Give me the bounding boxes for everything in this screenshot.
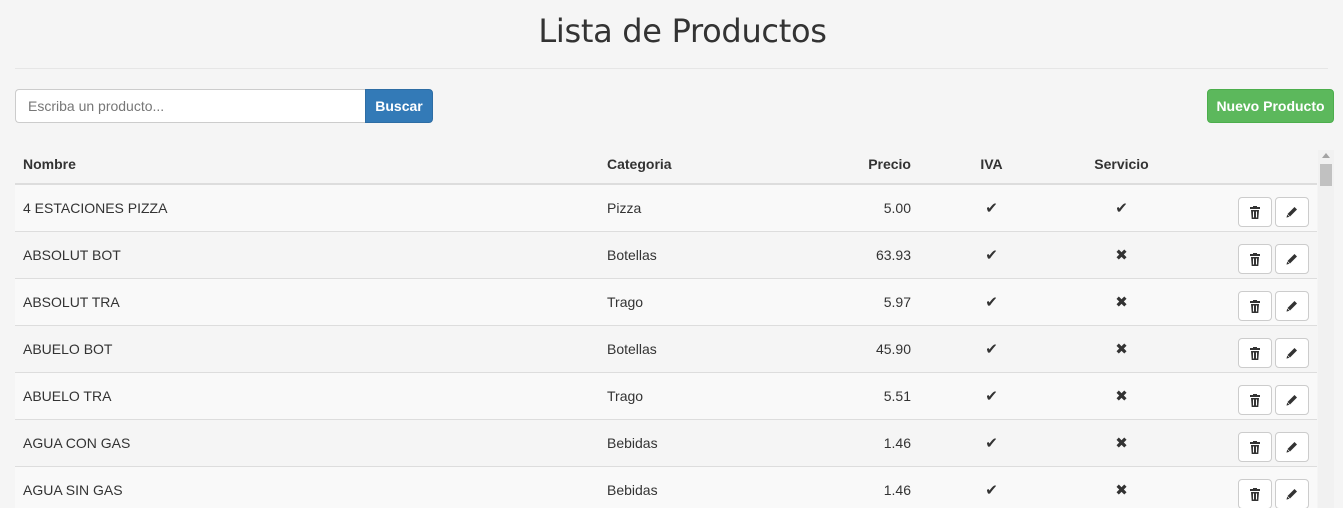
delete-button[interactable] [1238, 243, 1272, 274]
product-category: Bebidas [599, 418, 819, 466]
product-category: Bebidas [599, 465, 819, 508]
delete-button[interactable] [1238, 290, 1272, 321]
search-input[interactable] [15, 89, 366, 123]
column-header-iva: IVA [919, 145, 1064, 185]
new-product-button[interactable]: Nuevo Producto [1207, 89, 1334, 123]
product-category: Trago [599, 277, 819, 325]
product-iva-cell: ✔ [919, 230, 1064, 278]
row-actions [1179, 183, 1317, 231]
edit-button[interactable] [1275, 290, 1309, 321]
product-service-cell: ✖ [1064, 465, 1179, 508]
product-name: AGUA SIN GAS [15, 465, 599, 508]
product-category: Pizza [599, 183, 819, 231]
iva-status-icon: ✔ [985, 293, 998, 311]
delete-button[interactable] [1238, 431, 1272, 462]
row-actions [1179, 371, 1317, 419]
table-row: ABSOLUT TRA Trago 5.97 ✔ ✖ [15, 277, 1317, 325]
iva-status-icon: ✔ [985, 199, 998, 217]
iva-status-icon: ✔ [985, 481, 998, 499]
edit-button[interactable] [1275, 196, 1309, 227]
row-actions [1179, 324, 1317, 372]
edit-button[interactable] [1275, 337, 1309, 368]
product-name: ABUELO TRA [15, 371, 599, 419]
column-header-price: Precio [819, 145, 919, 185]
product-iva-cell: ✔ [919, 324, 1064, 372]
product-price: 45.90 [819, 324, 919, 372]
product-price: 5.97 [819, 277, 919, 325]
table-row: ABUELO TRA Trago 5.51 ✔ ✖ [15, 371, 1317, 419]
edit-button[interactable] [1275, 384, 1309, 415]
product-name: 4 ESTACIONES PIZZA [15, 183, 599, 231]
service-status-icon: ✔ [1115, 199, 1128, 217]
iva-status-icon: ✔ [985, 387, 998, 405]
row-actions [1179, 418, 1317, 466]
product-list-page: Lista de Productos Buscar Nuevo Producto… [0, 0, 1343, 508]
products-table-container: Nombre Categoria Precio IVA Servicio 4 E… [15, 145, 1317, 508]
title-divider [15, 68, 1328, 69]
product-category: Botellas [599, 230, 819, 278]
table-row: ABSOLUT BOT Botellas 63.93 ✔ ✖ [15, 230, 1317, 278]
table-row: AGUA SIN GAS Bebidas 1.46 ✔ ✖ [15, 465, 1317, 508]
product-price: 5.51 [819, 371, 919, 419]
product-price: 1.46 [819, 465, 919, 508]
edit-button[interactable] [1275, 243, 1309, 274]
search-button[interactable]: Buscar [365, 89, 433, 123]
service-status-icon: ✖ [1115, 434, 1128, 452]
table-scrollbar[interactable] [1318, 150, 1334, 508]
products-table: Nombre Categoria Precio IVA Servicio 4 E… [15, 145, 1317, 508]
edit-button[interactable] [1275, 478, 1309, 508]
column-header-service: Servicio [1064, 145, 1179, 185]
table-header-row: Nombre Categoria Precio IVA Servicio [15, 145, 1317, 185]
column-header-name: Nombre [15, 145, 599, 185]
iva-status-icon: ✔ [985, 434, 998, 452]
edit-button[interactable] [1275, 431, 1309, 462]
iva-status-icon: ✔ [985, 340, 998, 358]
product-service-cell: ✖ [1064, 230, 1179, 278]
product-iva-cell: ✔ [919, 371, 1064, 419]
service-status-icon: ✖ [1115, 481, 1128, 499]
product-iva-cell: ✔ [919, 183, 1064, 231]
table-row: AGUA CON GAS Bebidas 1.46 ✔ ✖ [15, 418, 1317, 466]
product-iva-cell: ✔ [919, 277, 1064, 325]
table-row: 4 ESTACIONES PIZZA Pizza 5.00 ✔ ✔ [15, 183, 1317, 231]
delete-button[interactable] [1238, 196, 1272, 227]
product-name: ABUELO BOT [15, 324, 599, 372]
service-status-icon: ✖ [1115, 387, 1128, 405]
scroll-up-arrow-icon[interactable] [1322, 153, 1330, 158]
column-header-actions [1179, 145, 1317, 185]
product-service-cell: ✖ [1064, 371, 1179, 419]
product-category: Botellas [599, 324, 819, 372]
product-service-cell: ✔ [1064, 183, 1179, 231]
service-status-icon: ✖ [1115, 246, 1128, 264]
delete-button[interactable] [1238, 337, 1272, 368]
product-service-cell: ✖ [1064, 277, 1179, 325]
delete-button[interactable] [1238, 478, 1272, 508]
product-service-cell: ✖ [1064, 418, 1179, 466]
scrollbar-thumb[interactable] [1320, 164, 1332, 186]
product-name: AGUA CON GAS [15, 418, 599, 466]
product-name: ABSOLUT BOT [15, 230, 599, 278]
service-status-icon: ✖ [1115, 340, 1128, 358]
iva-status-icon: ✔ [985, 246, 998, 264]
product-name: ABSOLUT TRA [15, 277, 599, 325]
service-status-icon: ✖ [1115, 293, 1128, 311]
product-price: 1.46 [819, 418, 919, 466]
product-price: 5.00 [819, 183, 919, 231]
row-actions [1179, 230, 1317, 278]
table-row: ABUELO BOT Botellas 45.90 ✔ ✖ [15, 324, 1317, 372]
product-iva-cell: ✔ [919, 465, 1064, 508]
product-iva-cell: ✔ [919, 418, 1064, 466]
delete-button[interactable] [1238, 384, 1272, 415]
row-actions [1179, 277, 1317, 325]
product-category: Trago [599, 371, 819, 419]
column-header-category: Categoria [599, 145, 819, 185]
row-actions [1179, 465, 1317, 508]
product-service-cell: ✖ [1064, 324, 1179, 372]
page-title: Lista de Productos [538, 12, 827, 50]
product-price: 63.93 [819, 230, 919, 278]
